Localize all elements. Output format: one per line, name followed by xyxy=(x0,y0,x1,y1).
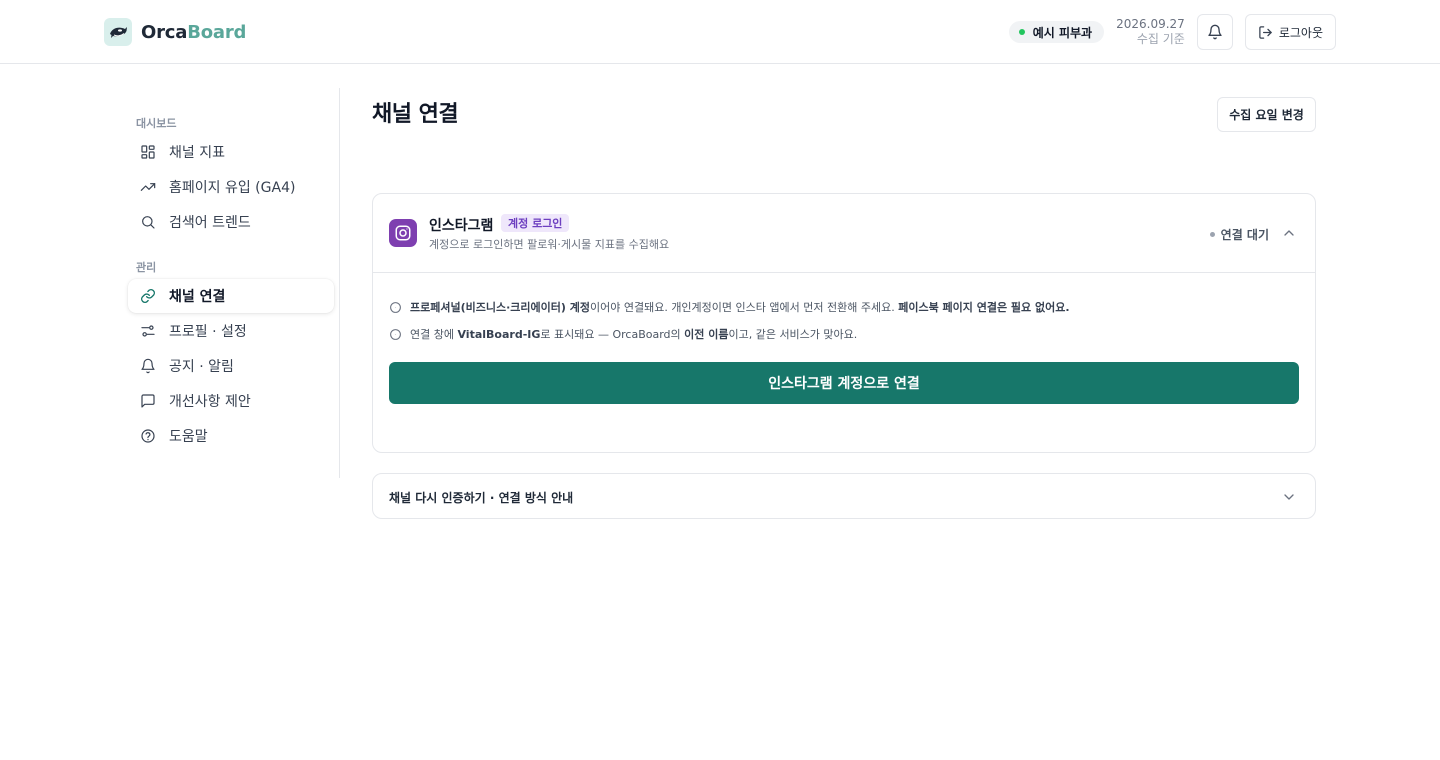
clinic-badge: 예시 피부과 xyxy=(1008,21,1105,43)
reauth-guide-accordion[interactable]: 채널 다시 인증하기 · 연결 방식 안내 xyxy=(372,473,1316,519)
search-icon xyxy=(142,216,155,229)
chevron-up-icon[interactable] xyxy=(1281,225,1297,241)
data-date: 2026.09.27 수집 기준 xyxy=(1116,17,1185,47)
bell-icon xyxy=(1208,24,1222,40)
sidebar-item-channel-metrics[interactable]: 채널 지표 xyxy=(128,135,334,169)
sidebar-item-search-trend[interactable]: 검색어 트렌드 xyxy=(128,205,334,239)
accordion-title: 채널 다시 인증하기 · 연결 방식 안내 xyxy=(389,491,574,505)
brand-name-part1: Orca xyxy=(141,21,188,43)
sidebar-item-label: 개선사항 제안 xyxy=(169,394,251,410)
sidebar-item-label: 검색어 트렌드 xyxy=(169,215,251,231)
clinic-name: 예시 피부과 xyxy=(1032,25,1093,40)
channel-description: 계정으로 로그인하면 팔로워·게시물 지표를 수집해요 xyxy=(429,238,670,251)
date-caption: 수집 기준 xyxy=(1136,32,1185,46)
note-bold-text: 페이스북 페이지 연결은 필요 없어요. xyxy=(898,301,1070,314)
chevron-down-icon xyxy=(1284,494,1294,500)
connect-instagram-button[interactable]: 인스타그램 계정으로 연결 xyxy=(389,362,1299,404)
info-note-app-name: 연결 창에 VitalBoard-IG로 표시돼요 — OrcaBoard의 이… xyxy=(389,326,857,342)
sidebar-item-label: 프로필 · 설정 xyxy=(169,324,247,340)
date-value: 2026.09.27 xyxy=(1116,17,1185,31)
info-icon xyxy=(390,301,401,313)
info-note-text: 프로페셔널(비즈니스·크리에이터) 계정이어야 연결돼요. 개인계정이면 인스타… xyxy=(410,299,1070,315)
note-text: 로 표시돼요 — OrcaBoard의 xyxy=(540,328,685,341)
info-icon xyxy=(390,328,401,340)
logout-button[interactable]: 로그아웃 xyxy=(1244,14,1336,50)
notifications-button[interactable] xyxy=(1196,14,1233,50)
message-icon xyxy=(141,394,155,408)
grid-icon xyxy=(141,145,155,159)
status-dot-icon xyxy=(1209,232,1215,237)
note-text: 이어야 연결돼요. 개인계정이면 인스타 앱에서 먼저 전환해 주세요. xyxy=(589,301,899,314)
status-label: 연결 대기 xyxy=(1220,228,1269,242)
sidebar-item-profile-settings[interactable]: 프로필 · 설정 xyxy=(128,314,334,348)
instagram-channel-card: 인스타그램 계정 로그인 계정으로 로그인하면 팔로워·게시물 지표를 수집해요… xyxy=(372,193,1316,453)
brand-name: OrcaBoard xyxy=(141,22,246,43)
note-bold-text: 이전 이름 xyxy=(684,328,729,341)
bell-icon xyxy=(141,358,155,374)
link-icon xyxy=(141,289,155,303)
connection-status: 연결 대기 xyxy=(1209,226,1269,243)
top-header: OrcaBoard 예시 피부과 2026.09.27 수집 기준 로그아웃 xyxy=(0,0,1440,64)
change-collection-day-button[interactable]: 수집 요일 변경 xyxy=(1217,97,1316,132)
channel-card-header[interactable]: 인스타그램 계정 로그인 계정으로 로그인하면 팔로워·게시물 지표를 수집해요… xyxy=(373,194,1315,273)
sliders-icon xyxy=(141,325,155,337)
login-type-badge: 계정 로그인 xyxy=(501,214,570,232)
sidebar-item-channel-connect[interactable]: 채널 연결 xyxy=(128,279,334,313)
page-title: 채널 연결 xyxy=(372,102,459,127)
help-icon xyxy=(141,429,155,443)
brand-name-part2: Board xyxy=(187,21,247,43)
online-dot-icon xyxy=(1018,29,1025,35)
note-bold-text: VitalBoard-IG xyxy=(457,328,541,341)
sidebar-item-label: 홈페이지 유입 (GA4) xyxy=(169,180,296,196)
sidebar-item-label: 공지 · 알림 xyxy=(169,359,234,375)
sidebar-item-help[interactable]: 도움말 xyxy=(128,419,334,453)
sidebar-item-homepage-ga4[interactable]: 홈페이지 유입 (GA4) xyxy=(128,170,334,204)
instagram-icon xyxy=(389,219,417,247)
logo[interactable]: OrcaBoard xyxy=(104,18,246,46)
info-note-text: 연결 창에 VitalBoard-IG로 표시돼요 — OrcaBoard의 이… xyxy=(410,326,857,342)
logout-label: 로그아웃 xyxy=(1278,25,1323,40)
sidebar-item-suggestions[interactable]: 개선사항 제안 xyxy=(128,384,334,418)
sidebar-item-label: 채널 연결 xyxy=(169,289,226,305)
sidebar-section-manage: 관리 xyxy=(136,261,157,274)
sidebar-item-label: 도움말 xyxy=(169,429,208,445)
note-bold-text: 프로페셔널(비즈니스·크리에이터) 계정 xyxy=(410,301,590,314)
sidebar-section-dashboard: 대시보드 xyxy=(136,117,177,130)
trending-up-icon xyxy=(140,183,156,191)
sidebar: 대시보드 채널 지표 홈페이지 유입 (GA4) 검색어 트렌드 관리 채널 연… xyxy=(128,88,340,478)
header-actions: 예시 피부과 2026.09.27 수집 기준 로그아웃 xyxy=(1008,14,1336,50)
channel-name: 인스타그램 xyxy=(429,218,494,234)
info-note-professional: 프로페셔널(비즈니스·크리에이터) 계정이어야 연결돼요. 개인계정이면 인스타… xyxy=(389,299,1070,315)
logout-icon xyxy=(1259,25,1272,39)
sidebar-item-notices[interactable]: 공지 · 알림 xyxy=(128,349,334,383)
orca-logo-icon xyxy=(104,18,132,46)
note-text: 연결 창에 xyxy=(410,328,458,341)
sidebar-item-label: 채널 지표 xyxy=(169,145,225,161)
note-text: 이고, 같은 서비스가 맞아요. xyxy=(728,328,858,341)
